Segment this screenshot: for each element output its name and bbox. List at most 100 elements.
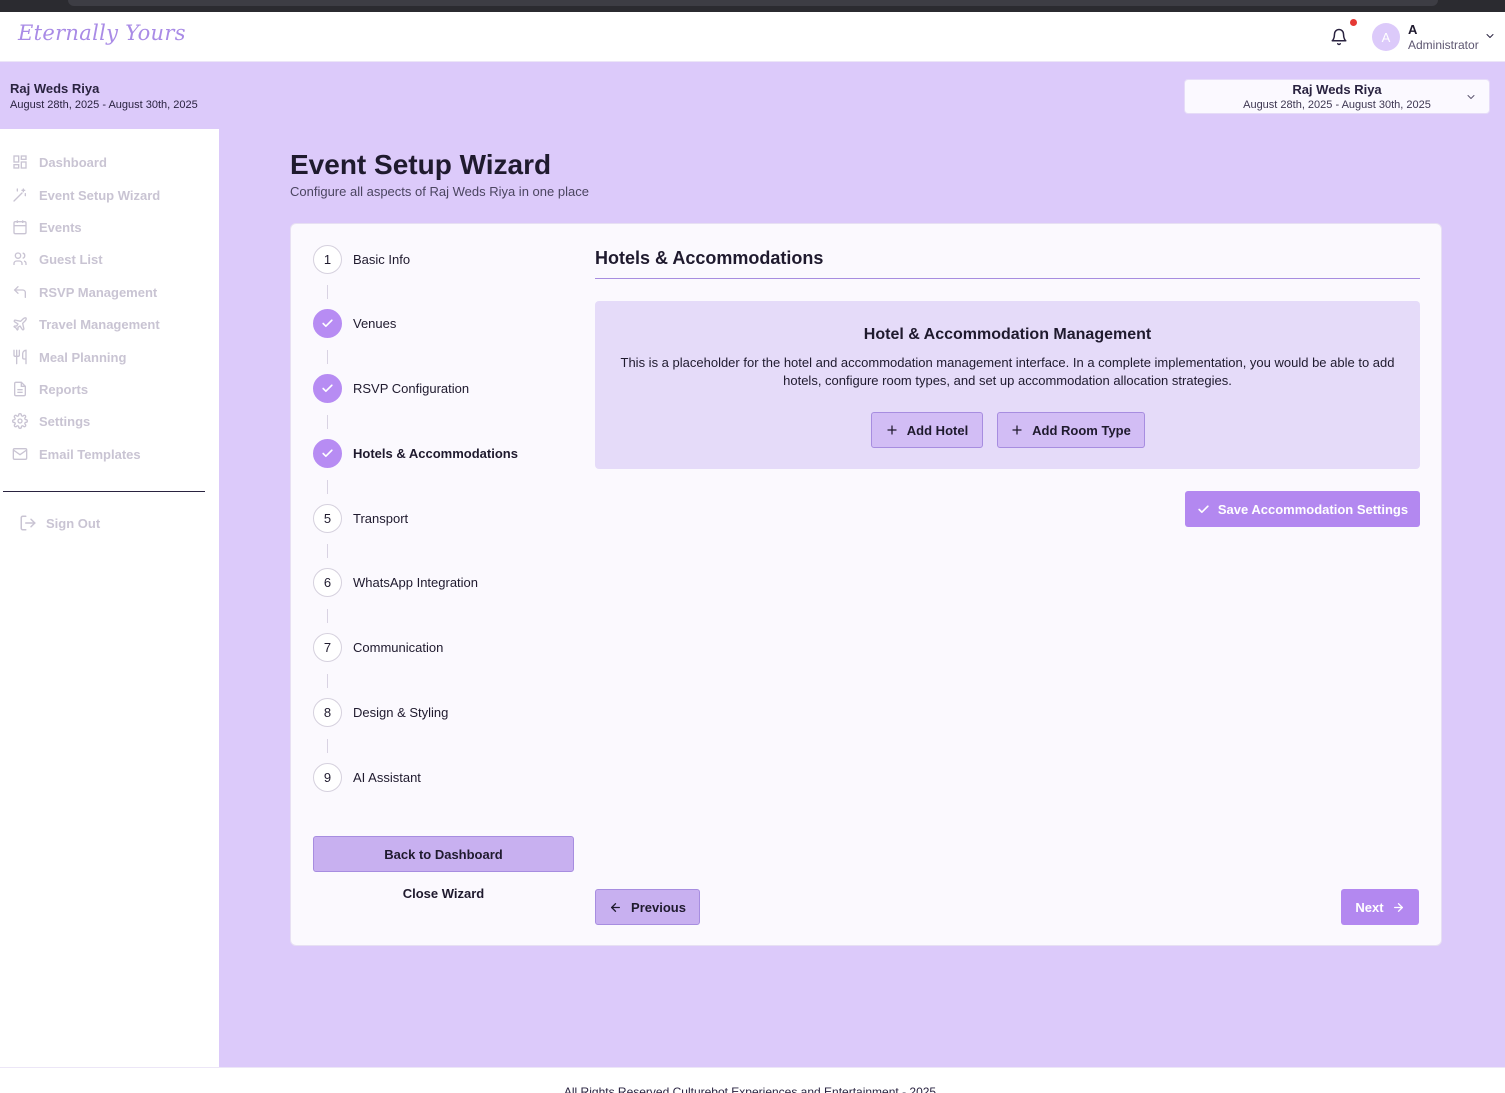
page-subtitle: Configure all aspects of Raj Weds Riya i… bbox=[290, 184, 589, 199]
top-bar: Eternally Yours A A Administrator bbox=[0, 12, 1505, 62]
wizard-step-basic-info[interactable]: 1 Basic Info bbox=[313, 245, 410, 274]
sign-out-button[interactable]: Sign Out bbox=[19, 514, 100, 532]
plane-icon bbox=[13, 317, 27, 331]
sidebar-item-events[interactable]: Events bbox=[12, 217, 82, 237]
next-button[interactable]: Next bbox=[1341, 889, 1419, 925]
sidebar-item-label: Reports bbox=[39, 381, 89, 397]
wizard-step-transport[interactable]: 5 Transport bbox=[313, 504, 408, 533]
app-logo[interactable]: Eternally Yours bbox=[18, 21, 186, 45]
previous-label: Previous bbox=[631, 899, 686, 915]
chevron-down-icon[interactable] bbox=[1484, 30, 1496, 42]
check-icon bbox=[322, 449, 333, 458]
magic-wand-icon bbox=[13, 188, 26, 202]
mail-icon bbox=[12, 448, 28, 460]
step-number: 5 bbox=[313, 504, 342, 533]
step-number: 9 bbox=[313, 763, 342, 792]
sign-out-label: Sign Out bbox=[46, 515, 101, 531]
step-label: RSVP Configuration bbox=[353, 381, 470, 396]
selected-event-dates: August 28th, 2025 - August 30th, 2025 bbox=[1243, 99, 1431, 111]
step-number: 8 bbox=[313, 698, 342, 727]
close-wizard-button[interactable]: Close Wizard bbox=[313, 886, 574, 901]
sidebar-item-label: Guest List bbox=[39, 251, 103, 267]
step-complete-badge bbox=[313, 374, 342, 403]
notification-dot bbox=[1350, 19, 1357, 26]
sidebar-item-guest-list[interactable]: Guest List bbox=[12, 249, 103, 269]
bell-icon[interactable] bbox=[1330, 28, 1348, 46]
arrow-left-icon bbox=[611, 902, 620, 912]
sidebar-item-dashboard[interactable]: Dashboard bbox=[12, 152, 107, 172]
avatar[interactable]: A bbox=[1372, 23, 1400, 51]
sidebar-item-reports[interactable]: Reports bbox=[12, 379, 88, 399]
sidebar-item-label: Settings bbox=[39, 413, 91, 429]
wizard-step-venues[interactable]: Venues bbox=[313, 309, 396, 338]
back-to-dashboard-button[interactable]: Back to Dashboard bbox=[313, 836, 574, 872]
wizard-step-hotels-accommodations[interactable]: Hotels & Accommodations bbox=[313, 439, 518, 468]
browser-address-bar[interactable] bbox=[68, 0, 1438, 6]
event-selector[interactable]: Raj Weds Riya August 28th, 2025 - August… bbox=[1184, 79, 1490, 114]
previous-button[interactable]: Previous bbox=[595, 889, 700, 925]
step-number: 6 bbox=[313, 568, 342, 597]
wizard-step-design-styling[interactable]: 8 Design & Styling bbox=[313, 698, 448, 727]
step-label: Design & Styling bbox=[353, 705, 449, 720]
step-label: Transport bbox=[353, 511, 409, 526]
add-room-type-button[interactable]: Add Room Type bbox=[997, 412, 1145, 448]
user-name[interactable]: A bbox=[1408, 22, 1417, 37]
step-connector bbox=[327, 674, 328, 688]
step-label: AI Assistant bbox=[353, 770, 421, 785]
current-event-info: Raj Weds Riya August 28th, 2025 - August… bbox=[10, 81, 198, 111]
footer-copyright: All Rights Reserved Culturebot Experienc… bbox=[563, 1085, 937, 1093]
event-name: Raj Weds Riya bbox=[10, 81, 100, 96]
step-connector bbox=[327, 544, 328, 558]
utensils-icon bbox=[13, 349, 27, 365]
page-title: Event Setup Wizard bbox=[290, 149, 552, 180]
step-connector bbox=[327, 350, 328, 364]
check-icon bbox=[1198, 504, 1209, 513]
step-connector bbox=[327, 480, 328, 494]
check-icon bbox=[322, 384, 333, 393]
step-number: 7 bbox=[313, 633, 342, 662]
wizard-step-whatsapp-integration[interactable]: 6 WhatsApp Integration bbox=[313, 568, 478, 597]
sidebar-item-rsvp-management[interactable]: RSVP Management bbox=[12, 282, 157, 302]
step-connector bbox=[327, 609, 328, 623]
document-icon bbox=[14, 381, 26, 397]
add-room-type-label: Add Room Type bbox=[1032, 422, 1131, 438]
step-label: Hotels & Accommodations bbox=[353, 446, 518, 461]
step-number: 1 bbox=[313, 245, 342, 274]
wizard-step-ai-assistant[interactable]: 9 AI Assistant bbox=[313, 763, 421, 792]
chevron-down-icon bbox=[1467, 95, 1475, 99]
sidebar-item-label: RSVP Management bbox=[39, 284, 158, 300]
step-label: WhatsApp Integration bbox=[353, 575, 479, 590]
sidebar-item-meal-planning[interactable]: Meal Planning bbox=[12, 347, 126, 367]
wizard-step-rsvp-configuration[interactable]: RSVP Configuration bbox=[313, 374, 469, 403]
sidebar-item-email-templates[interactable]: Email Templates bbox=[12, 444, 141, 464]
save-accommodation-settings-button[interactable]: Save Accommodation Settings bbox=[1185, 491, 1420, 527]
selected-event-name: Raj Weds Riya bbox=[1292, 82, 1382, 97]
calendar-icon bbox=[13, 220, 27, 235]
wizard-step-communication[interactable]: 7 Communication bbox=[313, 633, 443, 662]
step-label: Communication bbox=[353, 640, 444, 655]
step-connector bbox=[327, 739, 328, 753]
sign-out-icon bbox=[20, 515, 36, 531]
sidebar-item-settings[interactable]: Settings bbox=[12, 411, 90, 431]
step-complete-badge bbox=[313, 439, 342, 468]
sidebar-item-event-setup-wizard[interactable]: Event Setup Wizard bbox=[12, 185, 160, 205]
section-divider bbox=[595, 278, 1420, 279]
sidebar-item-travel-management[interactable]: Travel Management bbox=[12, 314, 160, 334]
step-connector bbox=[327, 415, 328, 429]
sidebar-item-label: Event Setup Wizard bbox=[39, 187, 161, 203]
wizard-card: 1 Basic Info Venues RSVP Configuration H… bbox=[290, 223, 1442, 946]
plus-icon bbox=[1012, 425, 1022, 435]
sidebar-item-label: Events bbox=[39, 219, 82, 235]
event-dates: August 28th, 2025 - August 30th, 2025 bbox=[10, 99, 198, 111]
sidebar-divider bbox=[3, 491, 205, 492]
reply-icon bbox=[13, 286, 26, 298]
users-icon bbox=[13, 252, 27, 265]
section-title: Hotels & Accommodations bbox=[595, 248, 824, 268]
sidebar-item-label: Meal Planning bbox=[39, 349, 127, 365]
panel-description: This is a placeholder for the hotel and … bbox=[620, 355, 1395, 388]
save-settings-label: Save Accommodation Settings bbox=[1217, 501, 1409, 517]
gear-icon bbox=[12, 413, 28, 429]
arrow-right-icon bbox=[1393, 902, 1403, 912]
check-icon bbox=[322, 319, 333, 328]
add-hotel-button[interactable]: Add Hotel bbox=[871, 412, 983, 448]
